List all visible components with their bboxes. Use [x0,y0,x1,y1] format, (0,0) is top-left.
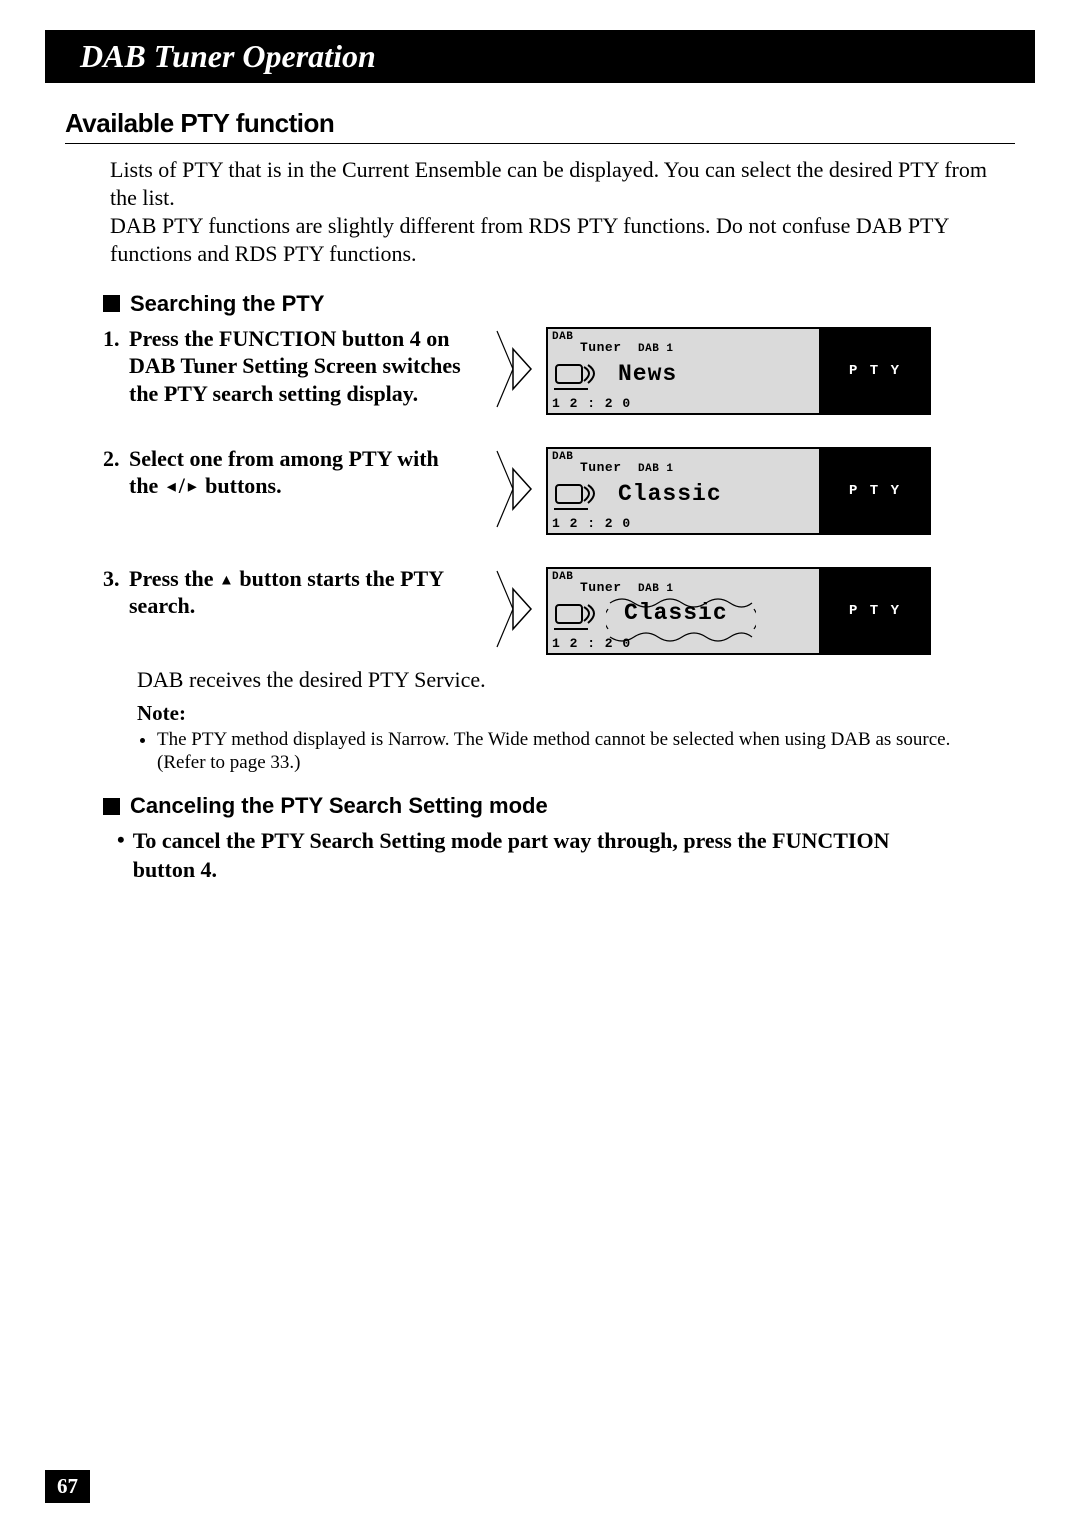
lcd-time: 1 2 : 2 0 [552,396,631,411]
note-label: Note: [137,701,1015,726]
lcd-tuner-label: Tuner [580,340,622,355]
pointer-icon [491,327,536,412]
subhead-searching-text: Searching the PTY [130,291,324,317]
step-1-body: Press the FUNCTION button 4 on DAB Tuner… [129,325,473,408]
step-1-text: 1. Press the FUNCTION button 4 on DAB Tu… [103,325,473,408]
dab-logo-icon [554,483,602,513]
lcd-right-top [821,449,929,478]
left-arrow-icon: ◄ [164,480,179,496]
step-1-row: 1. Press the FUNCTION button 4 on DAB Tu… [103,325,1015,415]
step-2-text: 2. Select one from among PTY with the ◄/… [103,445,473,500]
lcd-1-main-text: News [618,361,677,387]
lcd-time: 1 2 : 2 0 [552,516,631,531]
intro-paragraphs: Lists of PTY that is in the Current Ense… [110,156,1015,269]
subhead-canceling: Canceling the PTY Search Setting mode [103,793,1015,819]
after-step3-text: DAB receives the desired PTY Service. [137,667,1015,693]
square-bullet-icon [103,798,120,815]
cancel-instruction-text: To cancel the PTY Search Setting mode pa… [133,827,955,884]
intro-p2: DAB PTY functions are slightly different… [110,212,1015,268]
lcd-screen-3: DAB Tuner DAB 1 Classi [546,567,931,655]
lcd-right-bottom [821,626,929,653]
lcd-2-main-text: Classic [618,481,722,507]
pointer-icon [491,447,536,532]
lcd-dab-label: DAB [552,571,573,583]
lcd-right-bottom [821,506,929,533]
lcd-3-main-text: Classic [624,600,728,626]
up-arrow-icon: ▲ [219,572,234,588]
diagram-3: DAB Tuner DAB 1 Classi [491,567,931,655]
lcd-tuner-label: Tuner [580,580,622,595]
subhead-canceling-text: Canceling the PTY Search Setting mode [130,793,548,819]
note-bullet-1: The PTY method displayed is Narrow. The … [157,728,955,776]
lcd-screen-1: DAB Tuner DAB 1 News 1 2 : 2 0 P T Y [546,327,931,415]
diagram-2: DAB Tuner DAB 1 Classic 1 2 : 2 0 P T Y [491,447,931,535]
section-title: Available PTY function [65,108,1015,144]
lcd-dab-label: DAB [552,331,573,343]
step-3-text: 3. Press the ▲ button starts the PTY sea… [103,565,473,620]
bullet-icon: • [117,827,125,884]
lcd-right-pty: P T Y [821,357,929,386]
cancel-instruction: • To cancel the PTY Search Setting mode … [117,827,955,884]
lcd-right-top [821,329,929,358]
step-2-row: 2. Select one from among PTY with the ◄/… [103,445,1015,535]
lcd-right-bottom [821,386,929,413]
dab-logo-icon [554,363,602,393]
lcd-time: 1 2 : 2 0 [552,636,631,651]
step-3-num: 3. [103,565,125,620]
lcd-tuner-label: Tuner [580,460,622,475]
lcd-right-top [821,569,929,598]
page-number: 67 [45,1470,90,1503]
step-1-num: 1. [103,325,125,408]
step-3-row: 3. Press the ▲ button starts the PTY sea… [103,565,1015,655]
subhead-searching: Searching the PTY [103,291,1015,317]
lcd-dab1-label: DAB 1 [638,583,674,595]
lcd-screen-2: DAB Tuner DAB 1 Classic 1 2 : 2 0 P T Y [546,447,931,535]
lcd-right-pty: P T Y [821,477,929,506]
note-bullets: The PTY method displayed is Narrow. The … [157,728,955,776]
step-2-num: 2. [103,445,125,500]
right-arrow-icon: ► [185,480,200,496]
lcd-dab1-label: DAB 1 [638,343,674,355]
step-3-body: Press the ▲ button starts the PTY search… [129,565,473,620]
diagram-1: DAB Tuner DAB 1 News 1 2 : 2 0 P T Y [491,327,931,415]
intro-p1: Lists of PTY that is in the Current Ense… [110,156,1015,212]
lcd-right-pty: P T Y [821,597,929,626]
dab-logo-icon [554,603,602,633]
lcd-dab1-label: DAB 1 [638,463,674,475]
step-2-body: Select one from among PTY with the ◄/► b… [129,445,473,500]
square-bullet-icon [103,295,120,312]
lcd-dab-label: DAB [552,451,573,463]
pointer-icon [491,567,536,652]
page-header: DAB Tuner Operation [45,30,1035,83]
